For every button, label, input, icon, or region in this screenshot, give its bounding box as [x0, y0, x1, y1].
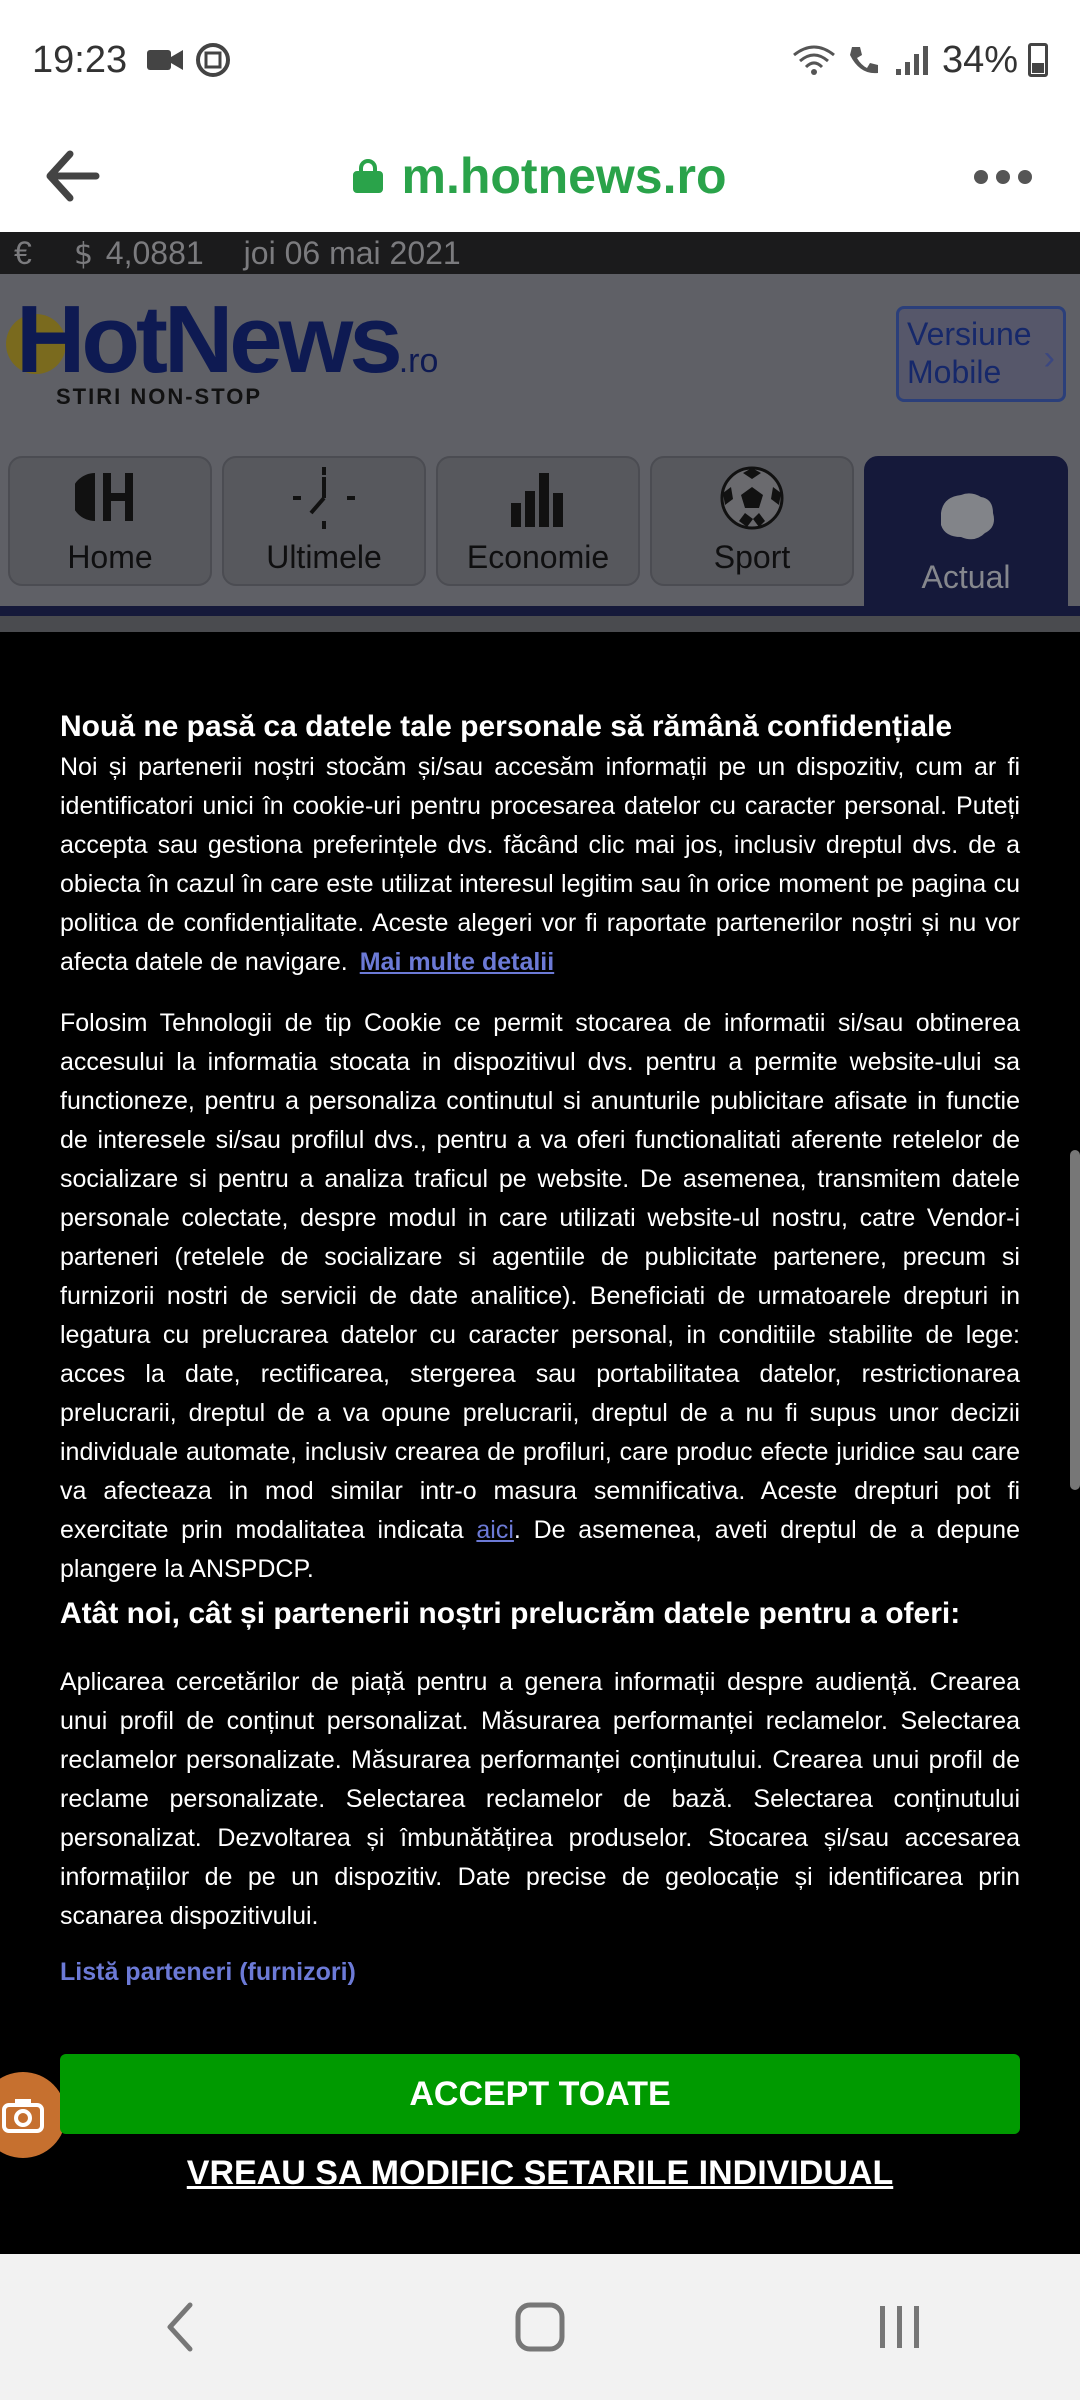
svg-text:$: $ — [74, 237, 93, 269]
battery-icon — [1028, 43, 1048, 77]
hotnews-logo[interactable]: HotNews.ro STIRI NON-STOP — [16, 292, 438, 410]
status-bar: 19:23 34% — [0, 0, 1080, 120]
map-icon — [941, 493, 994, 540]
chevron-right-icon: › — [1043, 339, 1055, 377]
signal-icon — [895, 46, 928, 75]
url-text: m.hotnews.ro — [401, 148, 727, 204]
consent-content: Nouă ne pasă ca datele tale personale să… — [60, 708, 1020, 1987]
purposes-text: Aplicarea cercetărilor de piață pentru a… — [60, 1668, 1020, 1930]
clock-icon — [293, 467, 355, 529]
site-nav-tabs: Home Ultimele Economie Sport Actual — [8, 456, 1068, 606]
wifi-calling-icon — [849, 47, 878, 74]
exchange-rate: 4,0881 — [105, 234, 204, 271]
tab-home[interactable]: Home — [8, 456, 212, 586]
partners-list-link[interactable]: Listă parteneri (furnizori) — [60, 1958, 1020, 1987]
ticker-date: joi 06 mai 2021 — [243, 234, 461, 271]
browser-url-bar: m.hotnews.ro — [0, 120, 1080, 232]
modify-settings-link[interactable]: VREAU SA MODIFIC SETARILE INDIVIDUAL — [0, 2154, 1080, 2193]
ticker-bar: € $ 4,0881 joi 06 mai 2021 — [0, 232, 1080, 274]
consent-intro-text: Noi și partenerii noștri stocăm și/sau a… — [60, 753, 1020, 976]
home-icon — [75, 473, 133, 521]
lock-icon — [353, 159, 384, 193]
more-details-link[interactable]: Mai multe detalii — [360, 948, 554, 976]
nav-back-icon[interactable] — [140, 2287, 220, 2367]
wifi-icon — [793, 45, 835, 75]
nav-home-icon[interactable] — [500, 2287, 580, 2367]
here-link[interactable]: aici — [476, 1516, 514, 1544]
video-call-icon — [147, 50, 184, 70]
battery-percent: 34% — [941, 38, 1018, 81]
scrollbar[interactable] — [1070, 1150, 1080, 1490]
camera-icon[interactable] — [0, 2072, 66, 2158]
euro-icon: € — [14, 234, 32, 271]
nav-recents-icon[interactable] — [860, 2287, 940, 2367]
tab-ultimele[interactable]: Ultimele — [222, 456, 426, 586]
purposes-heading: Atât noi, cât și partenerii noștri prelu… — [60, 1597, 961, 1630]
tab-economie[interactable]: Economie — [436, 456, 640, 586]
back-arrow-icon[interactable] — [44, 150, 100, 202]
tab-sport[interactable]: Sport — [650, 456, 854, 586]
accept-all-button[interactable]: ACCEPT TOATE — [60, 2054, 1020, 2134]
dollar-icon: $ — [74, 237, 93, 269]
screenshot-icon — [196, 43, 231, 77]
bar-chart-icon — [511, 473, 563, 527]
tab-actual[interactable]: Actual — [864, 456, 1068, 606]
soccer-ball-icon — [720, 466, 784, 530]
system-nav-bar — [0, 2254, 1080, 2400]
site-header: € $ 4,0881 joi 06 mai 2021 HotNews.ro ST… — [0, 232, 1080, 632]
status-time: 19:23 — [32, 38, 128, 81]
url-display[interactable]: m.hotnews.ro — [353, 147, 727, 205]
more-options-icon[interactable] — [974, 170, 1032, 184]
cookie-policy-text: Folosim Tehnologii de tip Cookie ce perm… — [60, 1009, 1020, 1583]
cookie-consent-dialog: Nouă ne pasă ca datele tale personale să… — [0, 632, 1080, 2254]
mobile-version-button[interactable]: Versiune Mobile › — [896, 306, 1066, 402]
consent-title: Nouă ne pasă ca datele tale personale să… — [60, 710, 953, 743]
